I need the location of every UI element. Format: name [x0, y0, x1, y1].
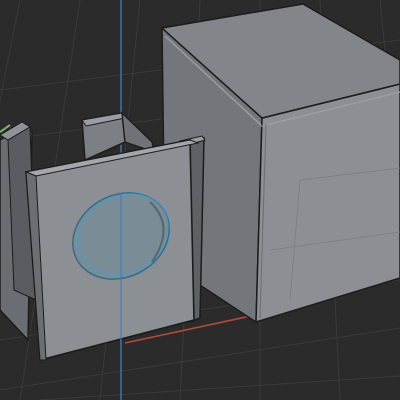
3d-viewport[interactable]	[0, 0, 400, 400]
viewport-canvas[interactable]	[0, 0, 400, 400]
